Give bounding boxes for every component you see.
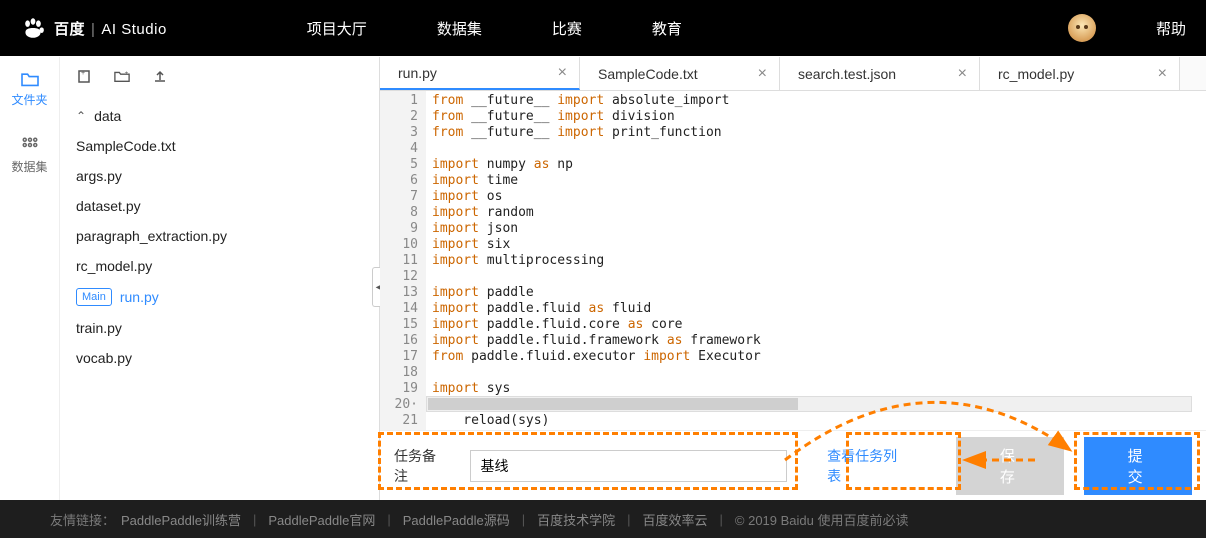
tab-label: SampleCode.txt — [598, 66, 698, 82]
editor-tabs: run.py × SampleCode.txt × search.test.json… — [380, 57, 1206, 91]
folder-label: data — [94, 108, 121, 124]
footer-link[interactable]: PaddlePaddle官网 — [268, 510, 375, 529]
nav-edu[interactable]: 教育 — [652, 18, 682, 39]
tree-file[interactable]: paragraph_extraction.py — [60, 221, 379, 251]
tree-file[interactable]: dataset.py — [60, 191, 379, 221]
svg-text:+: + — [125, 70, 129, 77]
help-link[interactable]: 帮助 — [1156, 18, 1186, 39]
file-explorer: + + ⌃ data SampleCode.txt args.py dataset… — [60, 57, 380, 500]
baidu-paw-icon — [20, 15, 46, 41]
close-icon[interactable]: × — [758, 65, 767, 83]
side-tab-files-label: 文件夹 — [11, 93, 47, 107]
top-bar: 百度|AI Studio 项目大厅 数据集 比赛 教育 帮助 — [0, 0, 1206, 56]
svg-text:+: + — [81, 70, 85, 77]
tab-label: run.py — [398, 65, 437, 81]
footer-link[interactable]: PaddlePaddle源码 — [403, 510, 510, 529]
footer-link[interactable]: 百度技术学院 — [537, 510, 615, 529]
folder-icon — [20, 71, 40, 87]
tree-file[interactable]: vocab.py — [60, 343, 379, 373]
nav-datasets[interactable]: 数据集 — [437, 18, 482, 39]
logo[interactable]: 百度|AI Studio — [20, 15, 187, 41]
tree-file[interactable]: SampleCode.txt — [60, 131, 379, 161]
chevron-up-icon: ⌃ — [76, 109, 86, 123]
footer-lead: 友情链接： — [50, 510, 115, 529]
editor-zone: ◀ run.py× SampleCode.txt× search.test.js… — [380, 57, 1206, 500]
tree-file[interactable]: rc_model.py — [60, 251, 379, 281]
nav-projects[interactable]: 项目大厅 — [307, 18, 367, 39]
top-nav: 项目大厅 数据集 比赛 教育 — [307, 18, 682, 39]
tab-samplecode[interactable]: SampleCode.txt × — [580, 57, 780, 90]
main-area: 文件夹 数据集 + + ⌃ data SampleCode.txt args.py… — [0, 56, 1206, 500]
side-tab-dataset-label: 数据集 — [11, 160, 47, 174]
close-icon[interactable]: × — [558, 64, 567, 82]
logo-text: 百度|AI Studio — [54, 18, 167, 39]
avatar[interactable] — [1068, 14, 1096, 42]
side-tab-files[interactable]: 文件夹 — [0, 57, 59, 122]
tree-file-label: run.py — [120, 289, 159, 305]
footer-link[interactable]: 百度效率云 — [643, 510, 708, 529]
upload-icon[interactable] — [152, 68, 168, 84]
main-badge: Main — [76, 288, 112, 306]
tree-file[interactable]: train.py — [60, 313, 379, 343]
task-note-input[interactable] — [470, 450, 788, 482]
scrollbar-horizontal[interactable] — [426, 396, 1192, 412]
footer: 友情链接： PaddlePaddle训练营| PaddlePaddle官网| P… — [0, 500, 1206, 538]
note-label: 任务备注 — [394, 446, 450, 486]
submit-button[interactable]: 提 交 — [1084, 437, 1192, 495]
tab-label: search.test.json — [798, 66, 896, 82]
side-nav: 文件夹 数据集 — [0, 57, 60, 500]
tab-rcmodel[interactable]: rc_model.py × — [980, 57, 1180, 90]
action-bar: 任务备注 查看任务列表 保 存 提 交 — [380, 430, 1206, 500]
close-icon[interactable]: × — [1158, 65, 1167, 83]
new-file-icon[interactable]: + — [76, 68, 92, 84]
tree-folder-data[interactable]: ⌃ data — [60, 101, 379, 131]
tab-searchjson[interactable]: search.test.json × — [780, 57, 980, 90]
file-tree: ⌃data SampleCode.txt args.py dataset.py … — [60, 95, 379, 379]
code-editor[interactable]: 1234567891011121314151617181920·21222324… — [380, 91, 1206, 430]
tree-file[interactable]: args.py — [60, 161, 379, 191]
footer-copyright: © 2019 Baidu 使用百度前必读 — [735, 510, 909, 529]
explorer-toolbar: + + — [60, 57, 379, 95]
view-tasks-link[interactable]: 查看任务列表 — [827, 446, 910, 486]
tab-label: rc_model.py — [998, 66, 1074, 82]
save-button[interactable]: 保 存 — [956, 437, 1064, 495]
close-icon[interactable]: × — [958, 65, 967, 83]
nav-compete[interactable]: 比赛 — [552, 18, 582, 39]
tree-file-main[interactable]: Main run.py — [60, 281, 379, 313]
side-tab-dataset[interactable]: 数据集 — [0, 122, 59, 189]
footer-link[interactable]: PaddlePaddle训练营 — [121, 510, 241, 529]
new-folder-icon[interactable]: + — [114, 68, 130, 84]
grid-icon — [20, 136, 40, 154]
tab-runpy[interactable]: run.py × — [380, 57, 580, 90]
